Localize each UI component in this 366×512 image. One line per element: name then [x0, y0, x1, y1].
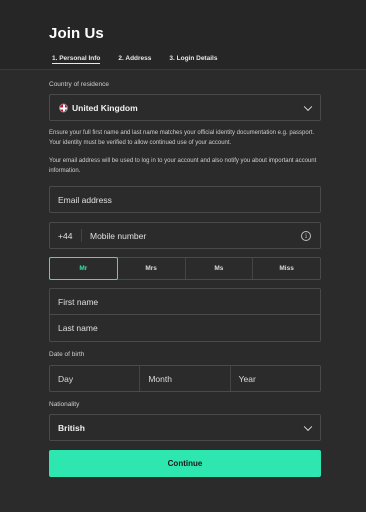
country-label: Country of residence	[49, 81, 109, 88]
step-personal-info[interactable]: 1. Personal Info	[52, 55, 101, 64]
continue-button[interactable]: Continue	[49, 450, 321, 477]
info-icon[interactable]: i	[301, 230, 311, 241]
email-help-text: Your email address will be used to log i…	[49, 158, 317, 174]
step-login-details[interactable]: 3. Login Details	[169, 55, 217, 64]
country-value: United Kingdom	[72, 102, 138, 113]
first-name-field[interactable]: First name	[49, 288, 321, 315]
dob-day-input[interactable]: Day	[50, 366, 141, 391]
email-field[interactable]: Email address	[49, 186, 321, 213]
email-placeholder: Email address	[58, 194, 112, 205]
page-title: Join Us	[49, 25, 104, 42]
step-tabs: 1. Personal Info 2. Address 3. Login Det…	[52, 55, 235, 64]
title-option-mrs[interactable]: Mrs	[118, 258, 186, 279]
dob-month-input[interactable]: Month	[140, 366, 231, 391]
nationality-label: Nationality	[49, 401, 80, 408]
chevron-down-icon	[303, 102, 313, 111]
mobile-field[interactable]: +44 Mobile number i	[49, 222, 321, 249]
last-name-field[interactable]: Last name	[49, 314, 321, 342]
header: Join Us 1. Personal Info 2. Address 3. L…	[0, 0, 366, 70]
title-option-miss[interactable]: Miss	[253, 258, 320, 279]
identity-help-text: Ensure your full first name and last nam…	[49, 130, 315, 146]
title-option-ms[interactable]: Ms	[186, 258, 254, 279]
first-name-placeholder: First name	[58, 296, 99, 307]
nationality-select[interactable]: British	[49, 414, 321, 441]
dob-label: Date of birth	[49, 351, 85, 358]
divider	[81, 229, 82, 242]
dob-field: Day Month Year	[49, 365, 321, 392]
last-name-placeholder: Last name	[58, 323, 98, 333]
title-option-mr[interactable]: Mr	[49, 257, 118, 280]
chevron-down-icon	[303, 422, 313, 431]
nationality-value: British	[58, 422, 85, 433]
uk-flag-icon	[59, 103, 68, 112]
title-selector: Mr Mrs Ms Miss	[49, 257, 321, 280]
step-address[interactable]: 2. Address	[118, 55, 151, 64]
dob-year-placeholder: Year	[238, 373, 256, 384]
mobile-placeholder: Mobile number	[90, 230, 147, 241]
country-select[interactable]: United Kingdom	[49, 94, 321, 121]
dob-month-placeholder: Month	[148, 373, 172, 384]
dob-year-input[interactable]: Year	[231, 366, 320, 391]
dob-day-placeholder: Day	[58, 373, 74, 384]
country-code[interactable]: +44	[58, 231, 72, 241]
